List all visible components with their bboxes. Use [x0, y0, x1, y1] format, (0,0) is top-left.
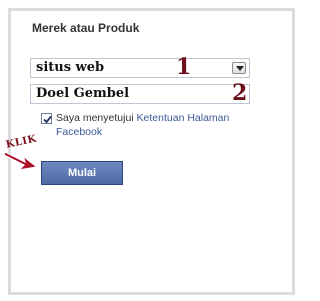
- annotation-step-1: 1: [176, 54, 192, 80]
- category-select[interactable]: situs web: [30, 58, 250, 78]
- card-frame: [8, 8, 295, 295]
- name-input-value: Doel Gembel: [36, 86, 130, 101]
- checkmark-icon: [43, 115, 52, 124]
- annotation-step-2: 2: [232, 80, 248, 106]
- start-button[interactable]: Mulai: [41, 161, 123, 185]
- agree-checkbox[interactable]: [41, 113, 52, 124]
- agree-label: Saya menyetujui Ketentuan Halaman Facebo…: [56, 111, 236, 139]
- agree-text: Saya menyetujui: [56, 112, 137, 124]
- category-select-value: situs web: [36, 60, 105, 75]
- dropdown-arrow-icon[interactable]: [232, 62, 246, 74]
- name-input[interactable]: Doel Gembel: [30, 84, 250, 104]
- form-heading: Merek atau Produk: [32, 21, 140, 35]
